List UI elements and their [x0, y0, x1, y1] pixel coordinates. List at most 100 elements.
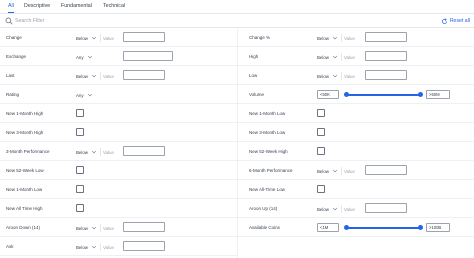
condition-select[interactable]: Below [317, 205, 338, 213]
filter-row-last: Last Below [0, 67, 237, 85]
range-slider-max-handle[interactable] [418, 92, 423, 97]
condition-select[interactable]: Below [317, 34, 338, 42]
filter-row-new-1-month-low: New 1-Month Low [0, 181, 237, 199]
value-field[interactable] [123, 222, 165, 232]
filter-row-high: High Below [238, 48, 474, 66]
filter-label: Volume [249, 92, 265, 97]
value-field[interactable] [365, 32, 407, 42]
value-field[interactable] [123, 146, 165, 156]
select-separator [100, 224, 101, 232]
condition-select[interactable]: Any [76, 53, 93, 61]
filter-checkbox[interactable] [317, 128, 325, 136]
range-min-box[interactable]: <50K [317, 90, 339, 99]
filter-row-change: Change Below [0, 29, 237, 47]
condition-select[interactable]: Below [76, 72, 97, 80]
tab-all[interactable]: All [8, 2, 14, 13]
value-field[interactable] [365, 165, 407, 175]
value-field[interactable] [365, 51, 407, 61]
filter-row-new-3-month-low: New 3-Month Low [238, 124, 474, 142]
filter-label: Low [249, 73, 258, 78]
filter-label: Change [6, 35, 22, 40]
filter-row-volume: Volume <50K >50M [238, 86, 474, 104]
condition-select[interactable]: Below [317, 53, 338, 61]
search-icon [5, 17, 13, 25]
value-field[interactable] [123, 51, 173, 61]
select-separator [341, 34, 342, 42]
condition-select[interactable]: Below [76, 224, 97, 232]
value-input[interactable] [344, 34, 361, 42]
value-input[interactable] [344, 205, 361, 213]
reset-all-label: Reset all [449, 18, 470, 24]
range-max-box[interactable]: >50M [426, 90, 450, 99]
condition-select-value: Below [76, 35, 88, 41]
range-slider-min-handle[interactable] [344, 92, 349, 97]
condition-select[interactable]: Below [76, 148, 97, 156]
range-slider-track[interactable] [345, 227, 421, 229]
filter-checkbox[interactable] [76, 128, 84, 136]
filter-row-rating: Rating Any [0, 86, 237, 104]
value-input[interactable] [103, 72, 120, 80]
value-field[interactable] [123, 241, 165, 251]
value-input[interactable] [103, 243, 120, 251]
filter-label: New All Time High [6, 206, 43, 211]
select-separator [100, 72, 101, 80]
filter-label: Exchange [6, 54, 27, 59]
range-min-box[interactable]: <1M [317, 223, 339, 232]
condition-select[interactable]: Below [317, 72, 338, 80]
value-input[interactable] [103, 224, 120, 232]
filter-row-change: Change % Below [238, 29, 474, 47]
filter-label: 6-Month Performance [249, 168, 293, 173]
condition-select-value: Any [76, 92, 84, 98]
condition-select[interactable]: Below [76, 34, 97, 42]
select-separator [341, 53, 342, 61]
filter-label: Aroon Up (14) [249, 206, 278, 211]
value-input[interactable] [103, 148, 120, 156]
condition-select[interactable]: Below [317, 167, 338, 175]
chevron-down-icon [332, 74, 337, 78]
refresh-icon [441, 17, 447, 24]
select-separator [341, 167, 342, 175]
value-field[interactable] [365, 203, 407, 213]
condition-select-value: Any [76, 54, 84, 60]
select-separator [341, 72, 342, 80]
value-field[interactable] [123, 70, 165, 80]
range-slider-max-handle[interactable] [418, 225, 423, 230]
value-input[interactable] [344, 72, 361, 80]
search-input[interactable] [15, 16, 215, 26]
filter-checkbox[interactable] [76, 185, 84, 193]
condition-select[interactable]: Any [76, 91, 93, 99]
value-input[interactable] [344, 53, 361, 61]
filter-row-available-coins: Available Coins <1M >100B [238, 219, 474, 237]
filter-checkbox[interactable] [317, 185, 325, 193]
filter-row-low: Low Below [238, 67, 474, 85]
value-field[interactable] [365, 70, 407, 80]
value-field[interactable] [123, 32, 165, 42]
filter-label: New 3-Month High [6, 130, 44, 135]
value-input[interactable] [103, 34, 120, 42]
range-slider-min-handle[interactable] [344, 225, 349, 230]
filter-checkbox[interactable] [317, 109, 325, 117]
filter-checkbox[interactable] [76, 166, 84, 174]
filter-label: New 1-Month Low [249, 111, 286, 116]
tab-fundamental[interactable]: Fundamental [61, 2, 92, 12]
filter-label: New 52-Week Low [6, 168, 44, 173]
condition-select-value: Below [317, 168, 329, 174]
value-input[interactable] [344, 167, 361, 175]
range-slider-track[interactable] [345, 94, 421, 96]
filter-checkbox[interactable] [76, 109, 84, 117]
chevron-down-icon [91, 36, 96, 40]
filter-row-new-1-month-low: New 1-Month Low [238, 105, 474, 123]
filter-label: High [249, 54, 259, 59]
chevron-down-icon [87, 55, 92, 59]
tab-descriptive[interactable]: Descriptive [24, 2, 50, 12]
filter-row-3-month-performance: 3-Month Performance Below [0, 143, 237, 161]
reset-all-button[interactable]: Reset all [441, 17, 470, 25]
filter-row-exchange: Exchange Any [0, 48, 237, 66]
filter-checkbox[interactable] [317, 147, 325, 155]
chevron-down-icon [332, 36, 337, 40]
filter-label: New 3-Month Low [249, 130, 286, 135]
range-max-box[interactable]: >100B [426, 223, 450, 232]
tab-technical[interactable]: Technical [103, 2, 125, 12]
condition-select[interactable]: Below [76, 243, 97, 251]
filter-checkbox[interactable] [76, 204, 84, 212]
